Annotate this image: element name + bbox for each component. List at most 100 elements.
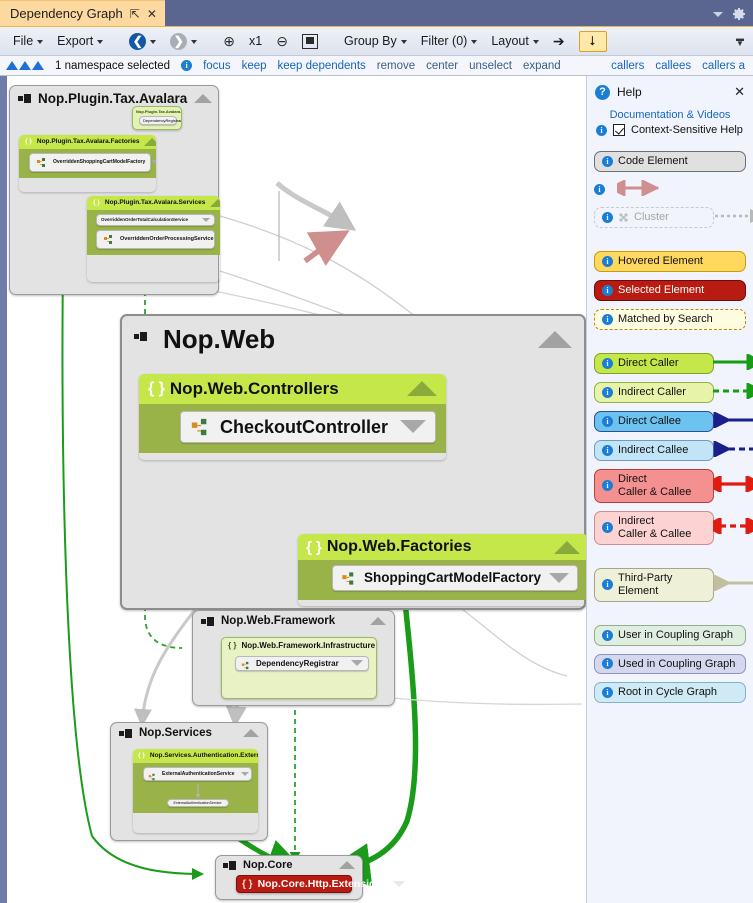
info-icon[interactable]: i <box>602 444 613 456</box>
legend-row-direct-caller-callee[interactable]: i Direct Caller & Callee <box>587 468 753 503</box>
info-icon[interactable]: i <box>602 658 613 670</box>
info-icon[interactable]: i <box>602 629 613 641</box>
namespace-node-nop-services-authentication-external[interactable]: { } Nop.Services.Authentication.External… <box>133 749 258 833</box>
namespace-node-nop-web-factories[interactable]: { } Nop.Web.Factories ShoppingCartModelF… <box>298 534 586 606</box>
assembly-node-nop-web[interactable]: Nop.Web { } Nop.Web.Controllers Checkout… <box>120 314 586 657</box>
assembly-node-nop-services[interactable]: Nop.Services { } Nop.Services.Authentica… <box>110 722 268 841</box>
legend-row-relation[interactable]: i <box>587 178 753 199</box>
export-menu-button[interactable]: Export <box>50 31 110 51</box>
type-node-shopping-cart-model-factory[interactable]: ShoppingCartModelFactory <box>332 565 578 591</box>
namespace-node-avalara-infrastructure[interactable]: Nop.Plugin.Tax.Avalara.Infrastructure De… <box>132 106 182 130</box>
command-link-callers[interactable]: callers <box>611 60 644 72</box>
command-link-expand[interactable]: expand <box>523 60 561 72</box>
close-icon[interactable]: ✕ <box>147 8 157 20</box>
command-link-unselect[interactable]: unselect <box>469 60 512 72</box>
legend-row-selected-element[interactable]: i Selected Element <box>587 279 753 301</box>
expand-caret-icon[interactable] <box>202 217 210 222</box>
info-icon[interactable]: i <box>602 386 613 398</box>
legend-row-indirect-callee[interactable]: i Indirect Callee <box>587 439 753 461</box>
type-node-overridden-shoppingcart-model-factory[interactable]: OverriddenShoppingCartModelFactory <box>29 153 156 172</box>
expand-caret-icon[interactable] <box>240 771 249 776</box>
assembly-node-nop-plugin-tax-avalara[interactable]: Nop.Plugin.Tax.Avalara Nop.Plugin.Tax.Av… <box>9 85 220 295</box>
namespace-node-nop-core-http-extensions[interactable]: { } Nop.Core.Http.Extensions <box>236 875 405 894</box>
info-icon[interactable]: i <box>602 687 613 699</box>
dependency-graph-canvas[interactable]: Nop.Plugin.Tax.Avalara Nop.Plugin.Tax.Av… <box>7 76 586 903</box>
info-icon[interactable]: i <box>602 522 613 534</box>
type-node-external-authentication-service[interactable]: ExternalAuthenticationService <box>143 766 252 781</box>
file-menu-button[interactable]: File <box>6 31 50 51</box>
info-icon[interactable]: i <box>602 480 613 492</box>
legend-row-user-in-coupling-graph[interactable]: i User in Coupling Graph <box>587 624 753 646</box>
next-button[interactable]: ➔ <box>546 30 572 53</box>
info-icon[interactable]: i <box>602 313 613 325</box>
toolbar-overflow-icon[interactable]: ▬ ▼ <box>733 30 747 52</box>
namespace-node-nop-web-controllers[interactable]: { } Nop.Web.Controllers CheckoutControll… <box>139 374 446 460</box>
legend-row-third-party-element[interactable]: i Third-Party Element <box>587 567 753 602</box>
legend-row-code-element[interactable]: i Code Element <box>587 151 753 172</box>
fit-to-window-button[interactable] <box>295 31 325 52</box>
command-link-callers-and-callees[interactable]: callers a <box>702 60 745 72</box>
command-link-callees[interactable]: callees <box>655 60 691 72</box>
expand-caret-icon[interactable] <box>549 573 570 584</box>
zoom-level-display[interactable]: x1 <box>242 31 269 51</box>
assembly-node-nop-core[interactable]: Nop.Core { } Nop.Core.Http.Extensions <box>215 855 405 900</box>
collapse-triangle-icon[interactable] <box>407 381 437 397</box>
filter-menu-button[interactable]: Filter (0) <box>414 31 485 51</box>
type-node-checkout-controller[interactable]: CheckoutController <box>180 410 436 444</box>
namespace-node-avalara-services[interactable]: { } Nop.Plugin.Tax.Avalara.Services Over… <box>87 196 220 282</box>
pin-icon[interactable]: ⇱ <box>130 8 140 20</box>
info-icon[interactable]: i <box>602 357 613 369</box>
legend-row-root-in-cycle-graph[interactable]: i Root in Cycle Graph <box>587 682 753 704</box>
legend-row-indirect-caller[interactable]: i Indirect Caller <box>587 381 753 403</box>
type-node-external-authentication-service-ref[interactable]: ExternalAuthenticationService <box>166 798 229 808</box>
legend-row-cluster[interactable]: i Cluster <box>587 206 753 228</box>
type-node-dependency-registrar[interactable]: DependencyRegistrar <box>235 655 369 672</box>
expand-caret-icon[interactable] <box>392 881 405 888</box>
command-link-focus[interactable]: focus <box>203 60 231 72</box>
collapse-triangle-icon[interactable] <box>210 199 220 207</box>
layout-menu-button[interactable]: Layout <box>484 31 546 51</box>
chevron-down-icon[interactable] <box>713 11 723 17</box>
expand-caret-icon[interactable] <box>400 420 426 434</box>
legend-row-indirect-caller-callee[interactable]: i Indirect Caller & Callee <box>587 510 753 545</box>
command-link-keep-dependents[interactable]: keep dependents <box>278 60 366 72</box>
info-icon[interactable]: i <box>602 579 613 591</box>
close-icon[interactable]: ✕ <box>734 84 745 100</box>
triangles-icon[interactable] <box>6 61 44 70</box>
type-node-overridden-ordertotal-calculation-service[interactable]: OverriddenOrderTotalCalculationService <box>96 214 215 226</box>
context-sensitive-help-checkbox[interactable] <box>613 124 625 136</box>
collapse-triangle-icon[interactable] <box>194 94 213 103</box>
legend-row-matched-by-search[interactable]: i Matched by Search <box>587 308 753 330</box>
collapse-triangle-icon[interactable] <box>554 540 580 554</box>
command-link-center[interactable]: center <box>426 60 458 72</box>
expand-caret-icon[interactable] <box>351 660 363 667</box>
zoom-out-button[interactable]: ⊖ <box>269 30 295 53</box>
command-link-remove[interactable]: remove <box>377 60 415 72</box>
info-icon[interactable]: i <box>181 60 193 71</box>
collapse-triangle-icon[interactable] <box>144 138 156 146</box>
type-node[interactable]: DependencyRegistrar <box>139 116 181 125</box>
info-icon[interactable]: i <box>596 124 607 136</box>
legend-row-hovered-element[interactable]: i Hovered Element <box>587 250 753 272</box>
info-icon[interactable]: i <box>602 211 613 223</box>
info-icon[interactable]: i <box>602 415 613 427</box>
document-tab-dependency-graph[interactable]: Dependency Graph ⇱ ✕ <box>0 0 165 26</box>
zoom-in-button[interactable]: ⊕ <box>216 30 242 53</box>
info-icon[interactable]: i <box>602 155 613 167</box>
namespace-node-nop-web-framework-infrastructure[interactable]: { } Nop.Web.Framework.Infrastructure Dep… <box>221 637 377 699</box>
gear-icon[interactable] <box>732 7 746 21</box>
assembly-node-nop-web-framework[interactable]: Nop.Web.Framework { } Nop.Web.Framework.… <box>192 610 395 706</box>
command-link-keep[interactable]: keep <box>242 60 267 72</box>
collapse-triangle-icon[interactable] <box>538 331 572 348</box>
info-icon[interactable]: i <box>594 183 605 195</box>
navigate-forward-button[interactable]: ❯ <box>163 30 204 53</box>
namespace-node-avalara-factories[interactable]: { } Nop.Plugin.Tax.Avalara.Factories Ove… <box>19 135 156 192</box>
collapse-triangle-icon[interactable] <box>370 617 386 625</box>
info-icon[interactable]: i <box>602 255 613 267</box>
expand-caret-icon[interactable] <box>151 160 156 165</box>
documentation-link[interactable]: Documentation & Videos <box>587 100 753 124</box>
info-icon[interactable]: i <box>602 284 613 296</box>
download-button[interactable]: ⭣ <box>572 28 614 55</box>
navigate-back-button[interactable]: ❮ <box>122 30 163 53</box>
group-by-menu-button[interactable]: Group By <box>337 31 414 51</box>
